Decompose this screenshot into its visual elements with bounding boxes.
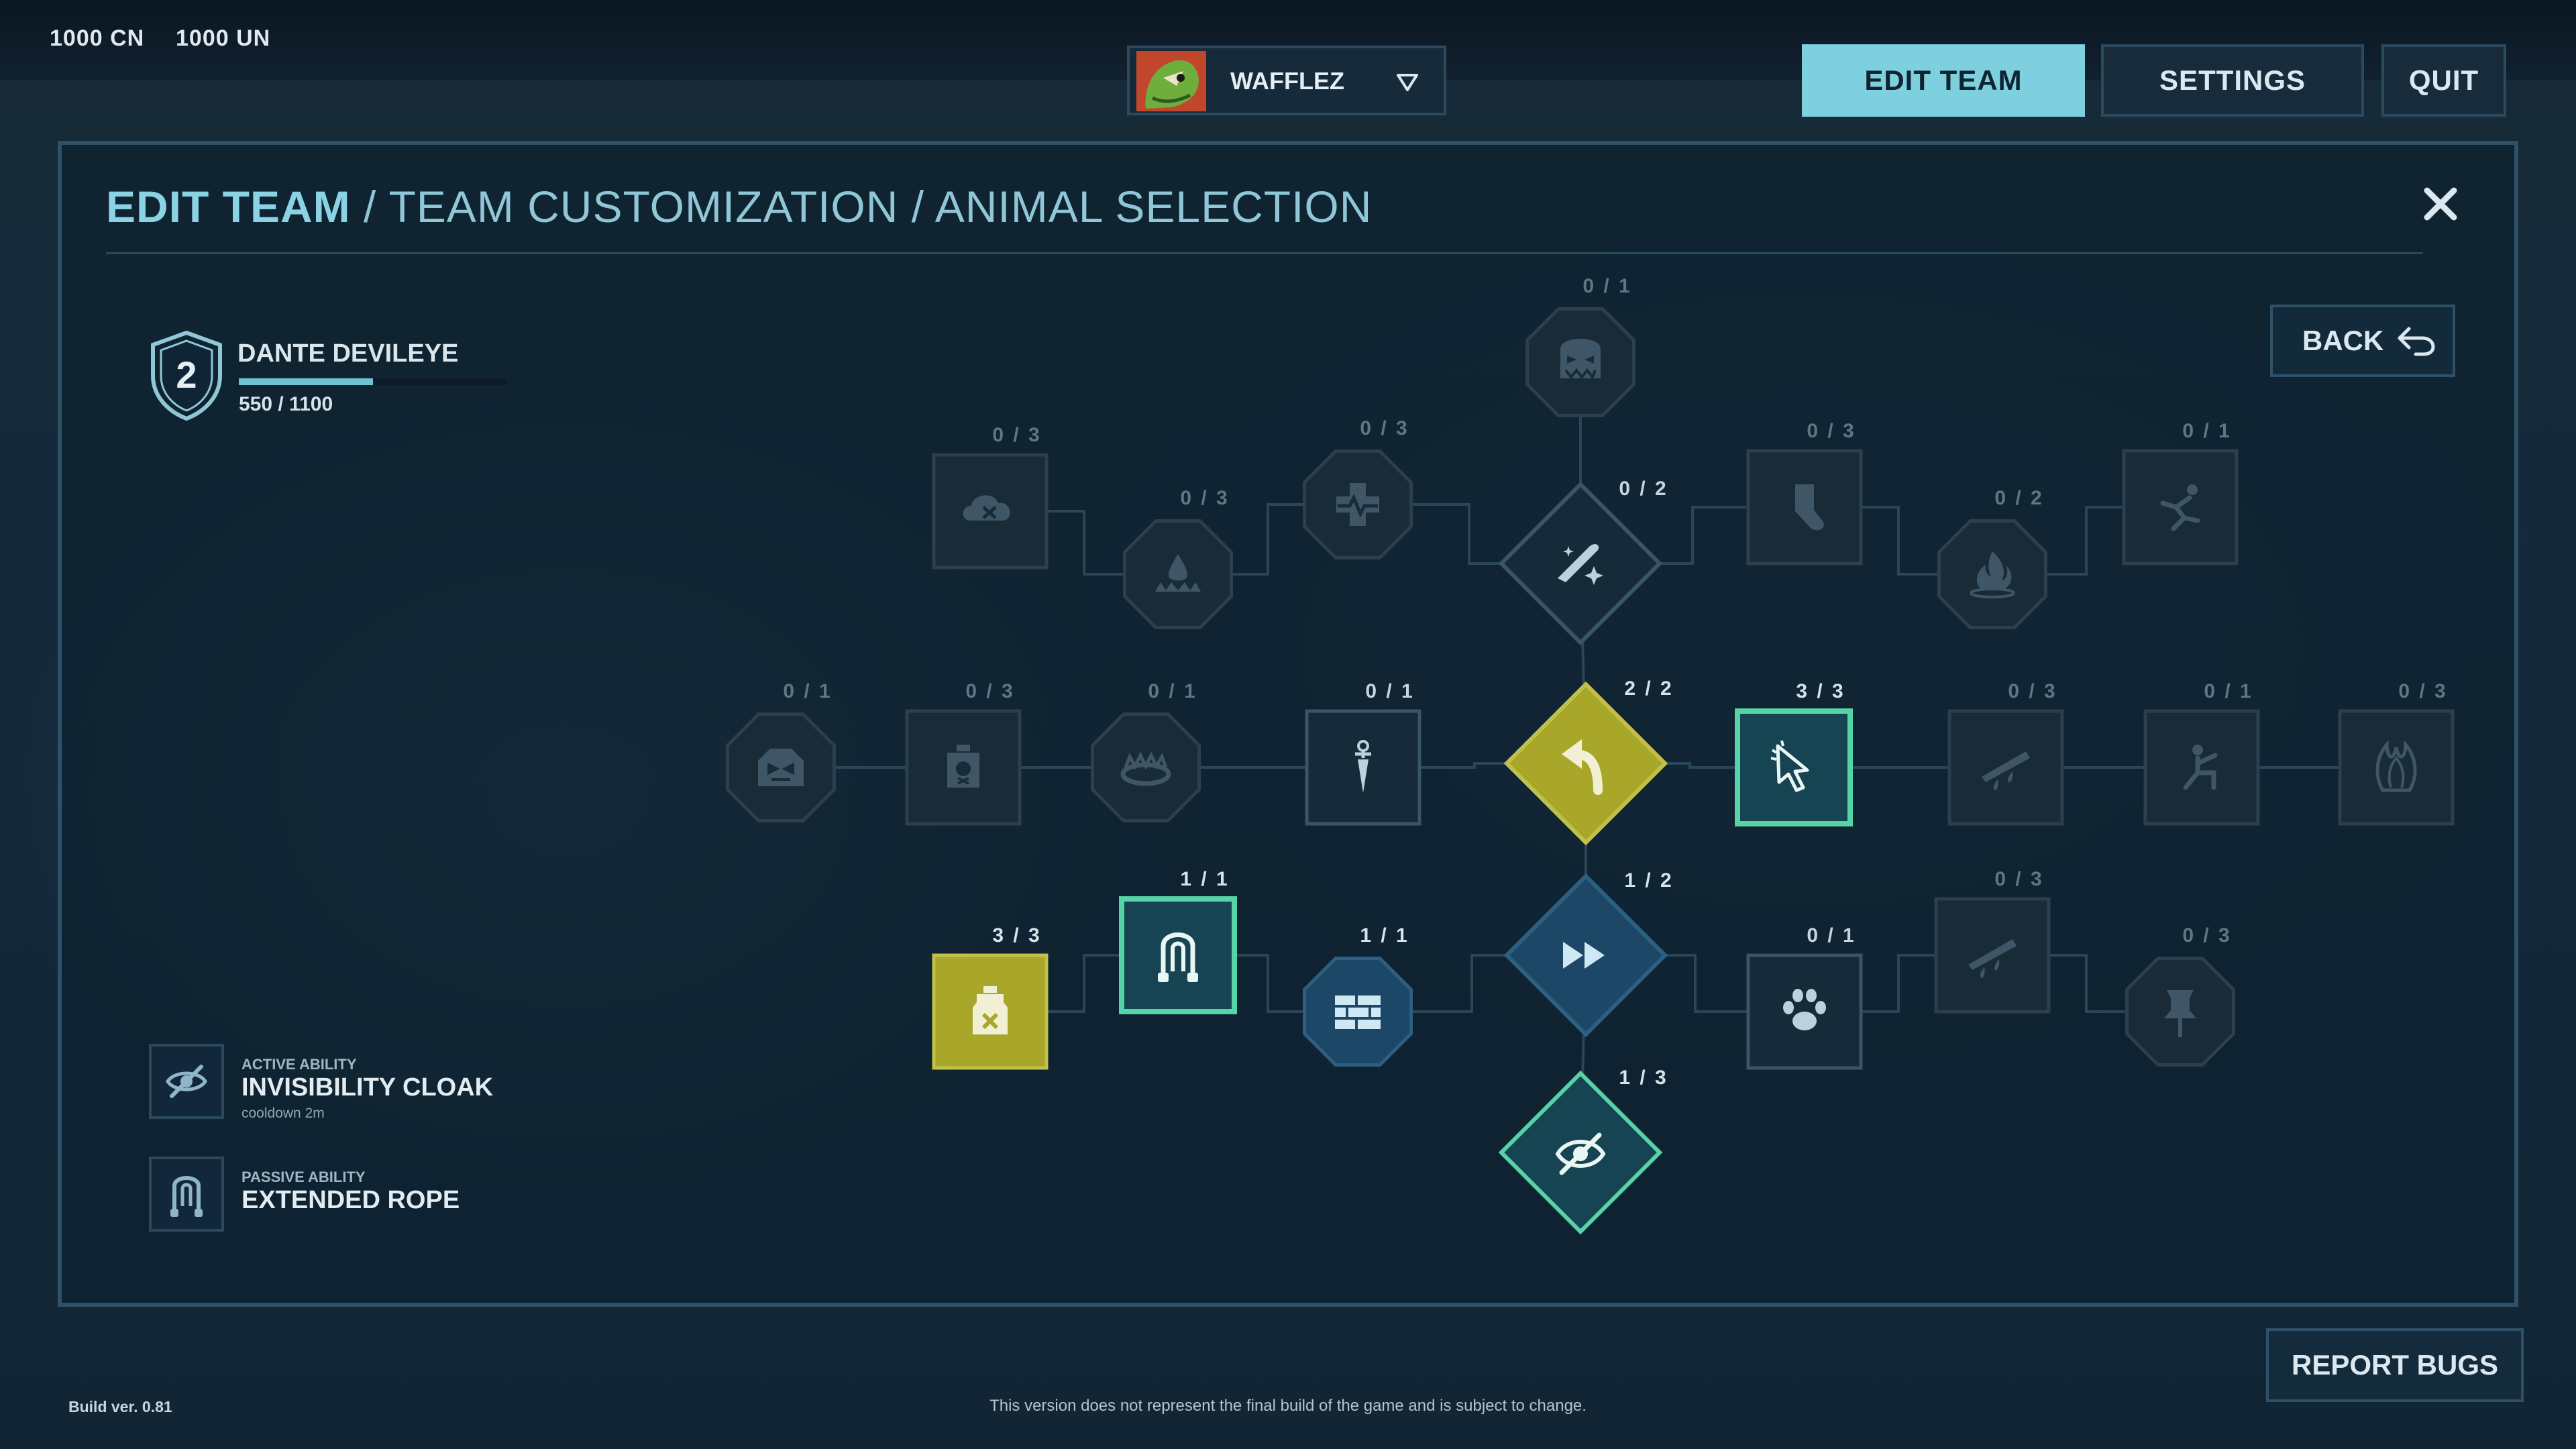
skill-node-heartbeat-cross[interactable]: 0 / 3 [1303,417,1413,559]
skill-node-count: 0 / 3 [992,424,1041,446]
skill-node-count: 0 / 1 [1582,275,1631,297]
skill-node-dagger[interactable]: 0 / 1 [1305,680,1421,826]
skill-node-monster-face[interactable]: 0 / 1 [1525,275,1635,417]
skill-node-fast-forward[interactable]: 1 / 2 [1503,869,1674,1038]
skill-node-flame-hands[interactable]: 0 / 3 [2338,680,2455,826]
skill-node-count: 3 / 3 [992,924,1041,947]
skill-node-bloody-blade-2[interactable]: 0 / 3 [1934,868,2051,1014]
skill-node-running-figure[interactable]: 0 / 1 [2122,420,2239,566]
skill-node-count: 1 / 1 [1360,924,1409,947]
skill-node-bear-trap[interactable]: 0 / 1 [1091,680,1201,822]
skill-node-dodge-arrow[interactable]: 2 / 2 [1503,678,1674,846]
skill-node-sparkle-bullet[interactable]: 0 / 2 [1498,478,1668,646]
monster-face-icon [1560,339,1601,380]
skill-node-count: 0 / 1 [1148,680,1197,702]
skill-node-pushpin[interactable]: 0 / 3 [2125,924,2235,1067]
brick-wall-icon [1335,996,1381,1029]
skill-node-frame [1735,708,1853,826]
skill-node-count: 0 / 1 [783,680,832,702]
skill-node-count: 0 / 3 [2398,680,2447,702]
skill-node-count: 3 / 3 [1796,680,1845,702]
skill-node-count: 0 / 1 [2182,420,2231,442]
report-bugs-button[interactable]: REPORT BUGS [2266,1328,2524,1402]
skill-node-fire-trap[interactable]: 0 / 2 [1937,487,2047,629]
skill-node-count: 0 / 3 [1807,420,1856,442]
skill-node-frame [2143,709,2260,826]
skill-node-antidote-bottle[interactable]: 3 / 3 [932,924,1049,1070]
skill-node-count: 0 / 3 [2182,924,2231,947]
skill-node-count: 0 / 2 [1994,487,2043,509]
skill-node-cursor-click[interactable]: 3 / 3 [1735,680,1853,826]
skill-node-count: 2 / 2 [1624,678,1673,700]
skill-node-kneeling-figure[interactable]: 0 / 1 [2143,680,2260,826]
build-disclaimer: This version does not represent the fina… [989,1397,1587,1415]
skill-node-count: 1 / 2 [1624,869,1673,892]
skill-node-count: 0 / 3 [1360,417,1409,439]
skill-node-count: 0 / 1 [2204,680,2253,702]
skill-node-frame [1503,681,1668,846]
skill-node-brick-wall[interactable]: 1 / 1 [1303,924,1413,1067]
skill-node-monster-house[interactable]: 0 / 1 [726,680,836,822]
skill-node-poison-jar[interactable]: 0 / 3 [905,680,1022,826]
skill-node-count: 0 / 1 [1365,680,1414,702]
skill-node-frame [2338,709,2455,826]
skill-node-count: 0 / 3 [1180,487,1229,509]
skill-node-bloody-blade[interactable]: 0 / 3 [1947,680,2064,826]
skill-node-count: 1 / 3 [1619,1067,1668,1089]
skill-node-frame [1119,896,1237,1014]
skill-node-count: 0 / 2 [1619,478,1668,500]
skill-node-invisibility-eye[interactable]: 1 / 3 [1498,1067,1668,1235]
skill-node-count: 0 / 3 [2008,680,2057,702]
skill-node-extended-rope[interactable]: 1 / 1 [1119,868,1237,1014]
skill-node-cloud-x[interactable]: 0 / 3 [932,424,1049,570]
skill-node-paw[interactable]: 0 / 1 [1746,924,1863,1070]
skill-tree: 0 / 3 0 / 3 0 / 3 0 / 1 0 / 2 0 / 3 0 / 2 0 / 1… [726,275,2455,1235]
skill-node-count: 0 / 3 [965,680,1014,702]
skill-node-sock[interactable]: 0 / 3 [1746,420,1863,566]
skill-node-count: 1 / 1 [1180,868,1229,890]
skill-node-blood-drop-trap[interactable]: 0 / 3 [1123,487,1233,629]
skill-node-count: 0 / 3 [1994,868,2043,890]
skill-node-count: 0 / 1 [1807,924,1856,947]
monster-house-icon [758,749,804,786]
